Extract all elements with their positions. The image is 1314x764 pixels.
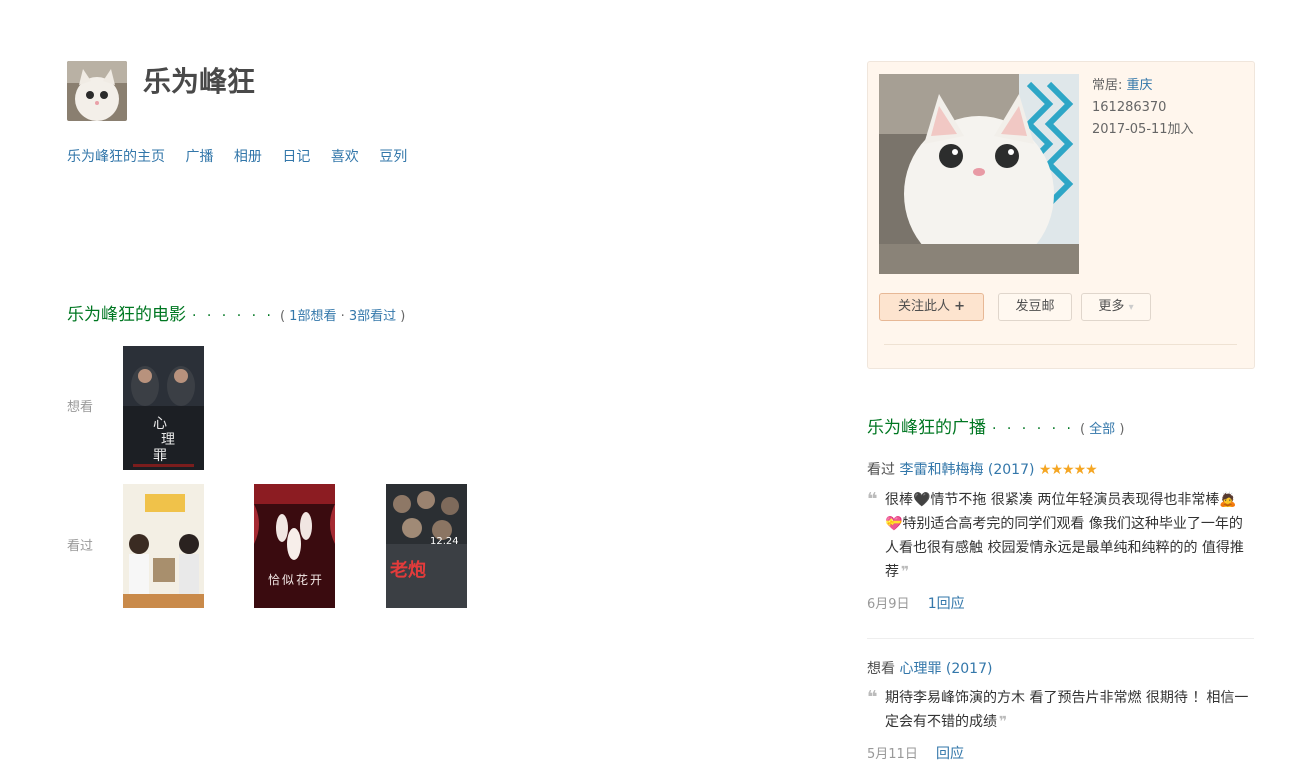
nav-link-home[interactable]: 乐为峰狂的主页 — [67, 149, 165, 165]
movies-counts: ( 1部想看 · 3部看过 ) — [279, 309, 406, 324]
reply-link[interactable]: 1回应 — [928, 596, 965, 612]
broadcast-meta: 6月9日 1回应 — [867, 593, 965, 613]
residence: 常居: 重庆 — [1092, 78, 1153, 93]
movie-poster-wish-1[interactable]: 心 理 罪 — [123, 346, 204, 470]
rating-stars: ★★★★★ — [1038, 462, 1098, 478]
broadcast-divider — [867, 638, 1254, 639]
movies-section-title: 乐为峰狂的电影 — [67, 305, 186, 325]
user-avatar-small[interactable] — [67, 61, 127, 121]
svg-text:花: 花 — [296, 572, 308, 587]
wish-row-label: 想看 — [67, 400, 94, 415]
broadcast-quote: ❝ 很棒🖤情节不拖 很紧凑 两位年轻演员表现得也非常棒🙇💝特别适合高考完的同学们… — [867, 489, 1244, 580]
section-dots: · · · · · · — [192, 308, 274, 324]
plus-icon: + — [954, 299, 966, 314]
quote-open-icon: ❝ — [867, 687, 878, 708]
nav-link-doulist[interactable]: 豆列 — [379, 149, 407, 165]
nav-link-likes[interactable]: 喜欢 — [331, 149, 359, 165]
user-subnav: 乐为峰狂的主页 广播 相册 日记 喜欢 豆列 — [67, 146, 423, 166]
quote-close-icon: ❞ — [999, 714, 1008, 730]
quote-close-icon: ❞ — [901, 564, 910, 580]
broadcast-date: 6月9日 — [867, 597, 910, 612]
movies-section-header: 乐为峰狂的电影 · · · · · · ( 1部想看 · 3部看过 ) — [67, 300, 405, 325]
broadcast-date: 5月11日 — [867, 747, 918, 762]
user-id: 161286370 — [1092, 100, 1167, 115]
nav-link-broadcast[interactable]: 广播 — [185, 149, 213, 165]
svg-text:恰: 恰 — [268, 572, 280, 587]
wish-count-link[interactable]: 1部想看 — [289, 309, 336, 324]
svg-text:开: 开 — [310, 573, 322, 587]
page-title: 乐为峰狂 — [143, 65, 256, 98]
card-divider — [884, 344, 1237, 345]
reply-link[interactable]: 回应 — [936, 746, 964, 762]
svg-text:理: 理 — [161, 432, 175, 448]
nav-link-album[interactable]: 相册 — [234, 149, 262, 165]
section-dots: · · · · · · — [992, 421, 1074, 437]
broadcast-quote: ❝ 期待李易峰饰演的方木 看了预告片非常燃 很期待 ！相信一定会有不错的成绩 ❞ — [867, 687, 1249, 730]
nav-link-diary[interactable]: 日记 — [282, 149, 310, 165]
movie-poster-done-1[interactable] — [123, 484, 204, 608]
count-separator: · — [340, 309, 345, 324]
broadcast-section-header: 乐为峰狂的广播 · · · · · ·( 全部 ) — [867, 418, 1125, 438]
profile-info: 常居: 重庆 161286370 2017-05-11加入 — [1092, 75, 1194, 141]
residence-city-link[interactable]: 重庆 — [1127, 78, 1153, 93]
broadcast-item-header: 想看 心理罪 (2017) — [867, 661, 993, 677]
user-avatar-large[interactable] — [879, 74, 1079, 274]
broadcast-item-header: 看过 李雷和韩梅梅 (2017) ★★★★★ — [867, 462, 1098, 478]
broadcast-movie-link[interactable]: 李雷和韩梅梅 (2017) — [899, 462, 1034, 478]
follow-button[interactable]: 关注此人 + — [879, 293, 984, 321]
svg-text:12.24: 12.24 — [430, 536, 459, 547]
svg-text:心: 心 — [153, 416, 167, 432]
svg-text:罪: 罪 — [153, 448, 167, 464]
chevron-down-icon: ▾ — [1128, 302, 1134, 313]
svg-text:似: 似 — [282, 573, 294, 587]
more-button[interactable]: 更多 ▾ — [1081, 293, 1151, 321]
quote-open-icon: ❝ — [867, 489, 878, 510]
broadcast-meta: 5月11日 回应 — [867, 743, 964, 763]
done-row-label: 看过 — [67, 539, 94, 554]
join-date: 2017-05-11加入 — [1092, 122, 1194, 137]
svg-text:老炮: 老炮 — [390, 559, 426, 581]
send-doumail-button[interactable]: 发豆邮 — [998, 293, 1072, 321]
movie-poster-done-2[interactable]: 恰 似 花 开 — [254, 484, 335, 608]
done-count-link[interactable]: 3部看过 — [349, 309, 396, 324]
broadcast-section-title: 乐为峰狂的广播 — [867, 418, 986, 438]
movie-poster-done-3[interactable]: 老炮 12.24 — [386, 484, 467, 608]
broadcast-all-link[interactable]: 全部 — [1089, 422, 1115, 437]
broadcast-movie-link[interactable]: 心理罪 (2017) — [899, 661, 992, 677]
